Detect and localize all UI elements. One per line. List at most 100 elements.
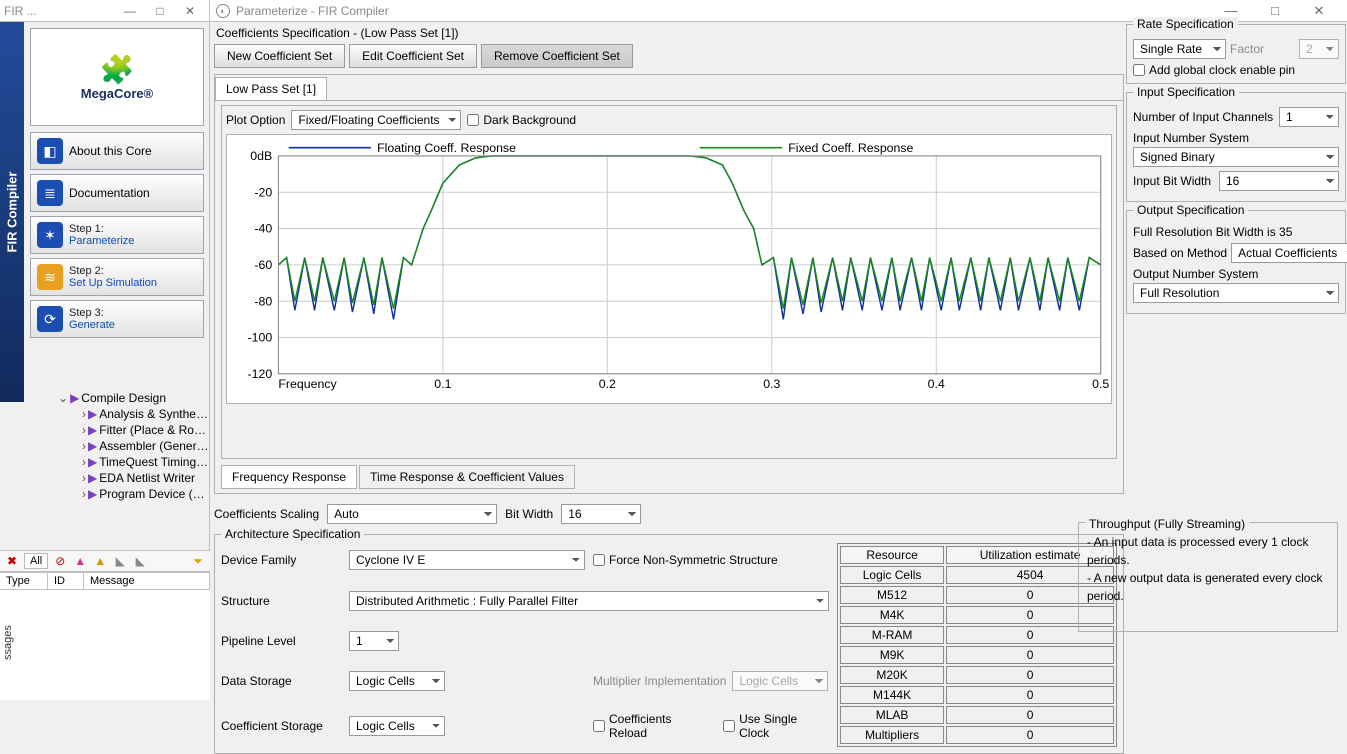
- task-tree[interactable]: ⌄▶Compile Design ›▶Analysis & Synthesis …: [24, 390, 210, 502]
- tree-item[interactable]: ›▶Assembler (Generate: [24, 438, 210, 454]
- pipeline-label: Pipeline Level: [221, 634, 341, 648]
- num-channels-select[interactable]: 1: [1279, 107, 1339, 127]
- force-nonsym-checkbox[interactable]: Force Non-Symmetric Structure: [593, 553, 829, 567]
- left-close-button[interactable]: ✕: [175, 4, 205, 18]
- tree-item[interactable]: ›▶Fitter (Place & Route: [24, 422, 210, 438]
- parameterize-dialog: ◐ Parameterize - FIR Compiler — □ ✕ Coef…: [210, 0, 1347, 700]
- tab-lowpass[interactable]: Low Pass Set [1]: [215, 77, 327, 100]
- svg-text:0.5: 0.5: [1092, 377, 1109, 391]
- tab-freq-response[interactable]: Frequency Response: [221, 465, 357, 489]
- table-row: M20K0: [840, 666, 1114, 684]
- svg-text:Fixed Coeff. Response: Fixed Coeff. Response: [788, 141, 913, 155]
- svg-text:-40: -40: [254, 222, 272, 236]
- funnel-icon[interactable]: ⏷: [190, 554, 206, 569]
- tree-item[interactable]: ›▶EDA Netlist Writer: [24, 470, 210, 486]
- structure-label: Structure: [221, 594, 341, 608]
- step2-button[interactable]: ≋ Step 2: Set Up Simulation: [30, 258, 204, 296]
- coeff-storage-select[interactable]: Logic Cells: [349, 716, 445, 736]
- pipeline-select[interactable]: 1: [349, 631, 399, 651]
- dlg-close-button[interactable]: ✕: [1297, 3, 1341, 19]
- device-family-select[interactable]: Cyclone IV E: [349, 550, 585, 570]
- col-id[interactable]: ID: [48, 573, 84, 589]
- col-message[interactable]: Message: [84, 573, 210, 589]
- plot-option-select[interactable]: Fixed/Floating Coefficients: [291, 110, 461, 130]
- sidebar-strip-label: FIR Compiler: [5, 172, 20, 253]
- sim-icon: ≋: [37, 264, 63, 290]
- coeff-reload-checkbox[interactable]: Coefficients Reload: [593, 712, 711, 740]
- new-coeff-set-button[interactable]: New Coefficient Set: [214, 44, 345, 68]
- warn-icon[interactable]: ▲: [92, 554, 108, 568]
- device-family-label: Device Family: [221, 553, 341, 567]
- svg-text:-80: -80: [254, 294, 272, 308]
- dlg-min-button[interactable]: —: [1209, 3, 1253, 18]
- messages-table[interactable]: Type ID Message: [0, 572, 210, 700]
- about-core-button[interactable]: ◧ About this Core: [30, 132, 204, 170]
- rate-select[interactable]: Single Rate: [1133, 39, 1226, 59]
- dlg-max-button[interactable]: □: [1253, 3, 1297, 18]
- puzzle-icon: 🧩: [100, 53, 135, 86]
- output-spec-group: Output Specification Full Resolution Bit…: [1126, 210, 1346, 314]
- throughput-line1: - An input data is processed every 1 clo…: [1087, 533, 1329, 569]
- res-hdr-resource: Resource: [840, 546, 944, 564]
- input-numsys-select[interactable]: Signed Binary: [1133, 147, 1339, 167]
- output-numsys-select[interactable]: Full Resolution: [1133, 283, 1339, 303]
- svg-text:Frequency: Frequency: [278, 377, 337, 391]
- full-res-text: Full Resolution Bit Width is 35: [1133, 225, 1339, 239]
- col-type[interactable]: Type: [0, 573, 48, 589]
- coeff-scaling-select[interactable]: Auto: [327, 504, 497, 524]
- table-row: M9K0: [840, 646, 1114, 664]
- svg-text:0dB: 0dB: [250, 149, 272, 163]
- left-min-button[interactable]: —: [115, 4, 145, 18]
- main-pane: Coefficients Specification - (Low Pass S…: [214, 24, 1124, 696]
- throughput-group: Throughput (Fully Streaming) - An input …: [1078, 522, 1338, 632]
- table-row: M144K0: [840, 686, 1114, 704]
- remove-coeff-set-button[interactable]: Remove Coefficient Set: [481, 44, 633, 68]
- critwarn-icon[interactable]: ▲: [72, 554, 88, 568]
- rate-spec-group: Rate Specification Single Rate Factor 2 …: [1126, 24, 1346, 84]
- documentation-button[interactable]: ≣ Documentation: [30, 174, 204, 212]
- cube-icon: ◧: [37, 138, 63, 164]
- bitwidth-select[interactable]: 16: [561, 504, 641, 524]
- input-bitwidth-select[interactable]: 16: [1219, 171, 1339, 191]
- megacore-panel: 🧩 MegaCore® ◧ About this Core ≣ Document…: [24, 22, 210, 342]
- table-row: Logic Cells4504: [840, 566, 1114, 584]
- single-clock-checkbox[interactable]: Use Single Clock: [723, 712, 829, 740]
- info-caret-icon[interactable]: ◣: [112, 554, 128, 568]
- svg-text:-120: -120: [248, 367, 273, 381]
- dark-bg-checkbox[interactable]: Dark Background: [467, 113, 576, 127]
- tab-time-response[interactable]: Time Response & Coefficient Values: [359, 465, 575, 489]
- tree-item[interactable]: ›▶TimeQuest Timing An: [24, 454, 210, 470]
- filter-x-icon[interactable]: ✖: [4, 554, 20, 568]
- tree-item[interactable]: ›▶Program Device (Open P: [24, 486, 210, 502]
- data-storage-select[interactable]: Logic Cells: [349, 671, 445, 691]
- left-titlebar: FIR ... — □ ✕: [0, 0, 209, 22]
- info-caret2-icon[interactable]: ◣: [132, 554, 148, 568]
- based-on-select[interactable]: Actual Coefficients: [1231, 243, 1347, 263]
- step3-button[interactable]: ⟳ Step 3: Generate: [30, 300, 204, 338]
- table-row: MLAB0: [840, 706, 1114, 724]
- edit-coeff-set-button[interactable]: Edit Coefficient Set: [349, 44, 477, 68]
- megacore-logo-text: MegaCore®: [81, 86, 153, 101]
- doc-icon: ≣: [37, 180, 63, 206]
- frequency-response-chart: 0dB-20-40-60-80-100-1200.10.20.30.40.5Fr…: [226, 134, 1112, 404]
- structure-select[interactable]: Distributed Arithmetic : Fully Parallel …: [349, 591, 829, 611]
- data-storage-label: Data Storage: [221, 674, 341, 688]
- svg-text:0.3: 0.3: [763, 377, 780, 391]
- input-spec-group: Input Specification Number of Input Chan…: [1126, 92, 1346, 202]
- generate-icon: ⟳: [37, 306, 63, 332]
- tree-item[interactable]: ›▶Analysis & Synthesis: [24, 406, 210, 422]
- mult-impl-select: Logic Cells: [732, 671, 828, 691]
- resource-table: Resource Utilization estimate Logic Cell…: [837, 543, 1117, 747]
- left-max-button[interactable]: □: [145, 4, 175, 18]
- factor-select: 2: [1299, 39, 1339, 59]
- error-icon[interactable]: ⊘: [52, 554, 68, 568]
- coeff-tabset: Low Pass Set [1] Plot Option Fixed/Float…: [214, 74, 1124, 494]
- tree-compile-design[interactable]: ⌄▶Compile Design: [24, 390, 210, 406]
- table-row: M-RAM0: [840, 626, 1114, 644]
- messages-all-button[interactable]: All: [24, 553, 48, 569]
- table-row: Multipliers0: [840, 726, 1114, 744]
- step1-button[interactable]: ✶ Step 1: Parameterize: [30, 216, 204, 254]
- messages-tab-label[interactable]: ssages: [2, 625, 14, 660]
- add-global-clock-checkbox[interactable]: Add global clock enable pin: [1133, 63, 1339, 77]
- architecture-group: Architecture Specification Device Family…: [214, 534, 1124, 754]
